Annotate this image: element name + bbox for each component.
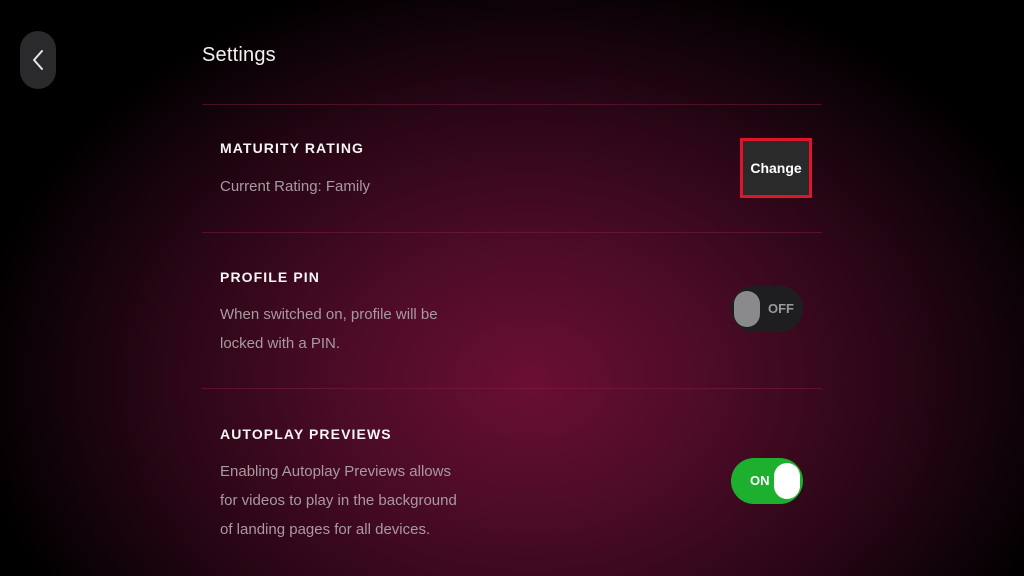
profile-pin-toggle[interactable]: OFF [731,286,803,332]
autoplay-previews-title: AUTOPLAY PREVIEWS [220,426,392,442]
divider [202,388,822,389]
divider [202,232,822,233]
profile-pin-description: When switched on, profile will be locked… [220,306,438,352]
back-button[interactable] [20,31,56,89]
page-title: Settings [202,44,276,66]
toggle-state-label: ON [750,473,770,488]
settings-screen: Settings MATURITY RATING Current Rating:… [0,0,1024,576]
toggle-knob [734,291,760,327]
change-rating-button[interactable]: Change [740,138,812,198]
profile-pin-title: PROFILE PIN [220,269,320,285]
maturity-rating-description: Current Rating: Family [220,178,371,195]
maturity-rating-title: MATURITY RATING [220,140,365,156]
chevron-left-icon [33,50,43,70]
autoplay-previews-description: Enabling Autoplay Previews allows for vi… [220,463,457,538]
autoplay-previews-toggle[interactable]: ON [731,458,803,504]
toggle-knob [774,463,800,499]
toggle-state-label: OFF [768,301,794,316]
divider [202,104,822,105]
